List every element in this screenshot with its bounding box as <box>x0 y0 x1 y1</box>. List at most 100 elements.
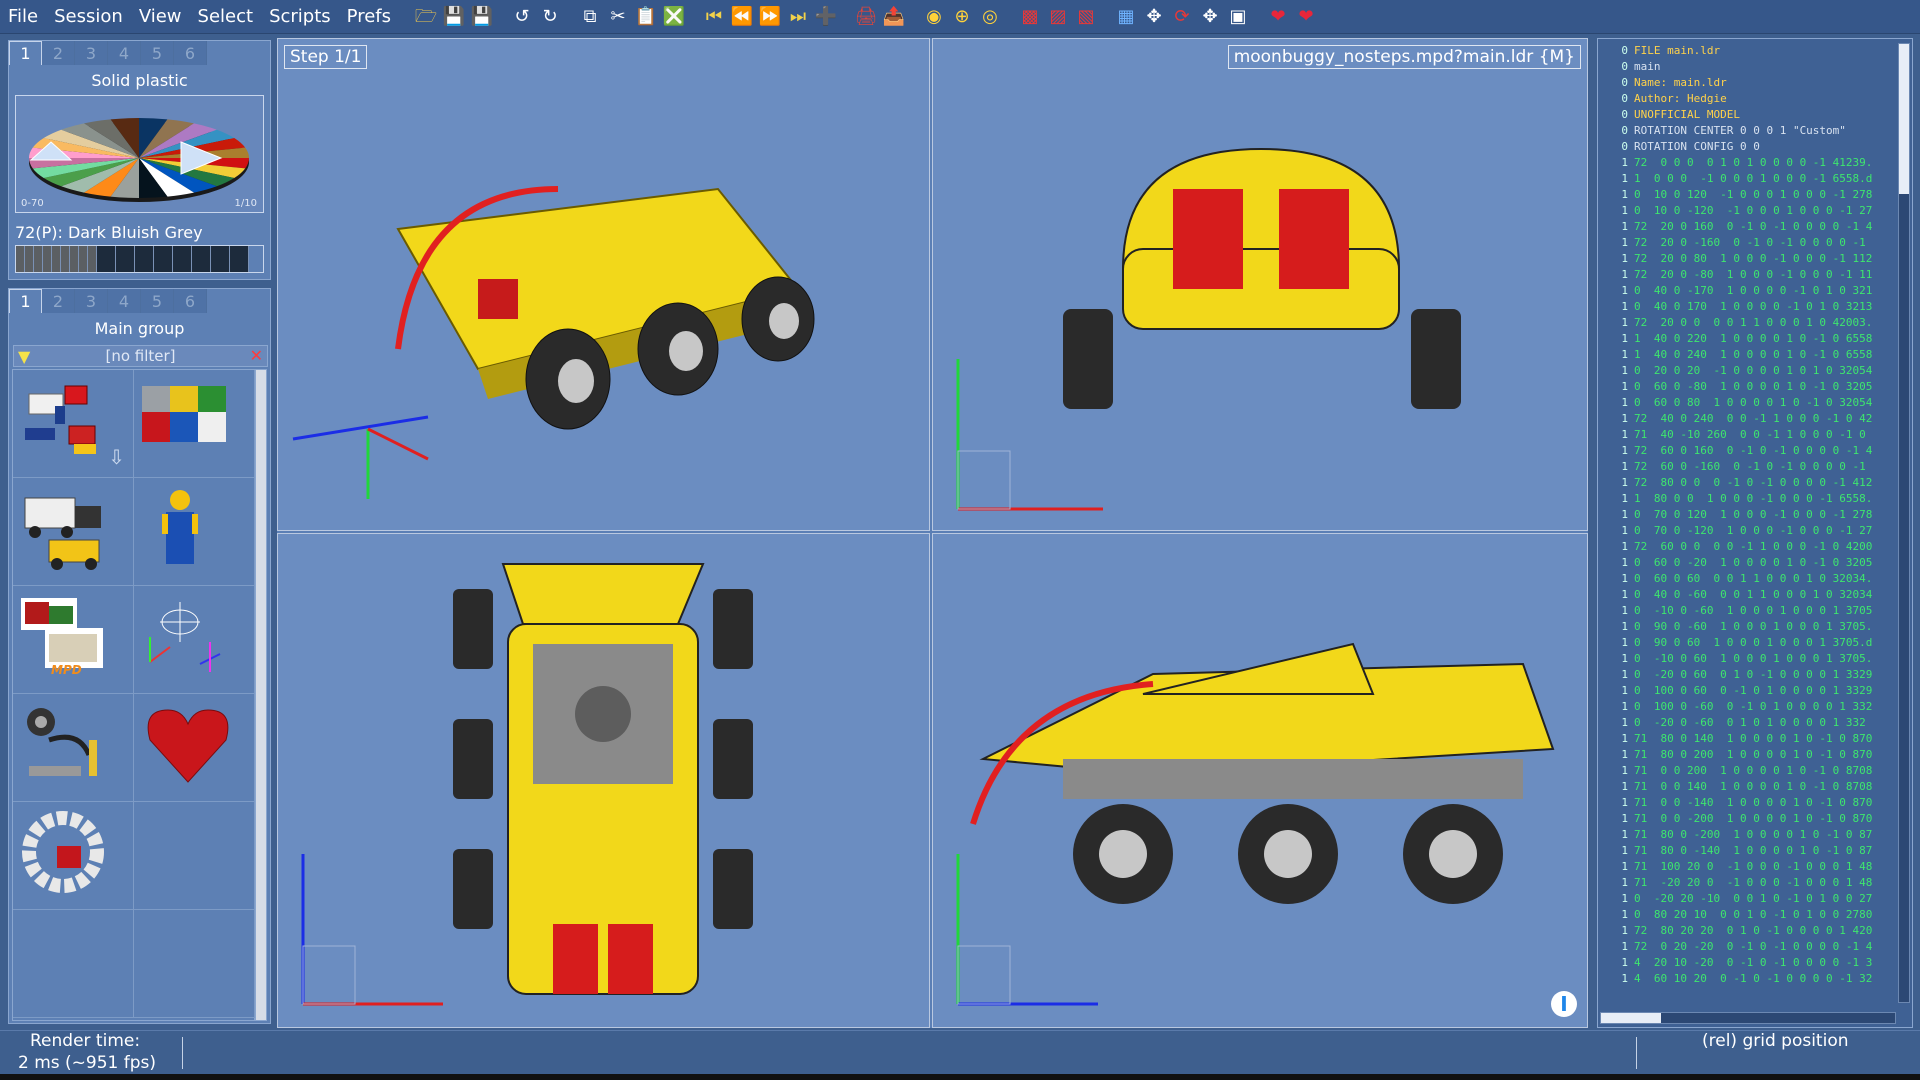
group-technic-parts[interactable] <box>13 694 134 802</box>
ldraw-line[interactable]: 1 0 10 0 -120 -1 0 0 0 1 0 0 0 -1 27 <box>1600 203 1890 219</box>
ldraw-line[interactable]: 1 1 40 0 240 1 0 0 0 0 1 0 -1 0 6558 <box>1600 347 1890 363</box>
ldraw-line[interactable]: 1 0 80 20 10 0 0 1 0 -1 0 1 0 0 2780 <box>1600 907 1890 923</box>
ldraw-line[interactable]: 1 0 -20 20 -10 0 0 1 0 -1 0 1 0 0 27 <box>1600 891 1890 907</box>
ldraw-line[interactable]: 1 0 90 0 60 1 0 0 0 1 0 0 0 1 3705.d <box>1600 635 1890 651</box>
ldraw-line[interactable]: 0 main <box>1600 59 1890 75</box>
group-minifig[interactable] <box>134 478 255 586</box>
group-mpd-models[interactable]: MPD <box>13 586 134 694</box>
ldraw-line[interactable]: 1 71 -20 20 0 -1 0 0 0 -1 0 0 0 1 48 <box>1600 875 1890 891</box>
copy-icon[interactable]: ⧉ <box>577 4 603 30</box>
next-step-icon[interactable]: ⏩ <box>757 4 783 30</box>
color-swatch[interactable] <box>135 246 154 272</box>
editor-vertical-scrollbar[interactable] <box>1898 43 1910 1003</box>
color-swatch[interactable] <box>211 246 230 272</box>
ldraw-line[interactable]: 1 72 20 0 0 0 0 1 1 0 0 0 1 0 42003. <box>1600 315 1890 331</box>
cut-icon[interactable]: ✂ <box>605 4 631 30</box>
color-add-icon[interactable]: ⊕ <box>949 4 975 30</box>
color-target-icon[interactable]: ◎ <box>977 4 1003 30</box>
undo-icon[interactable]: ↺ <box>509 4 535 30</box>
ldraw-line[interactable]: 1 71 0 0 -140 1 0 0 0 0 1 0 -1 0 870 <box>1600 795 1890 811</box>
favorite-add-icon[interactable]: ❤ <box>1293 4 1319 30</box>
color-tab-1[interactable]: 1 <box>9 41 42 65</box>
group-bricks-mix[interactable]: ⇩ <box>13 370 134 478</box>
ldraw-line[interactable]: 1 0 10 0 120 -1 0 0 0 1 0 0 0 -1 278 <box>1600 187 1890 203</box>
parts-tab-3[interactable]: 3 <box>75 289 108 313</box>
editor-horizontal-scrollbar[interactable] <box>1600 1012 1896 1024</box>
save-icon[interactable]: 💾 <box>441 4 467 30</box>
color-swatch[interactable] <box>70 246 79 272</box>
rotate-icon[interactable]: ⟳ <box>1169 4 1195 30</box>
ldraw-line[interactable]: 1 0 60 0 -80 1 0 0 0 0 1 0 -1 0 3205 <box>1600 379 1890 395</box>
ldraw-line[interactable]: 1 0 20 0 20 -1 0 0 0 0 1 0 1 0 32054 <box>1600 363 1890 379</box>
filter-icon[interactable]: ▼ <box>18 347 30 366</box>
snap-grid-icon[interactable]: ▦ <box>1113 4 1139 30</box>
parts-filter[interactable]: ▼ [no filter] ✕ <box>13 345 268 367</box>
delete-icon[interactable]: ❎ <box>661 4 687 30</box>
color-tab-2[interactable]: 2 <box>42 41 75 65</box>
menu-file[interactable]: File <box>0 6 46 27</box>
color-tab-6[interactable]: 6 <box>174 41 207 65</box>
add-step-icon[interactable]: ➕ <box>813 4 839 30</box>
group-orientation-gizmo[interactable] <box>134 586 255 694</box>
viewport-side[interactable]: I <box>932 533 1588 1028</box>
ldraw-line[interactable]: 1 0 100 0 60 0 -1 0 1 0 0 0 0 1 3329 <box>1600 683 1890 699</box>
color-swatch[interactable] <box>61 246 70 272</box>
ldraw-line[interactable]: 1 0 40 0 -170 1 0 0 0 0 -1 0 1 0 321 <box>1600 283 1890 299</box>
ldraw-line[interactable]: 1 72 80 20 20 0 1 0 -1 0 0 0 0 1 420 <box>1600 923 1890 939</box>
redo-icon[interactable]: ↻ <box>537 4 563 30</box>
ldraw-line[interactable]: 1 0 40 0 170 1 0 0 0 0 -1 0 1 0 3213 <box>1600 299 1890 315</box>
parts-scrollbar[interactable] <box>255 369 267 1021</box>
color-swatch[interactable] <box>79 246 88 272</box>
ldraw-line[interactable]: 1 71 0 0 200 1 0 0 0 0 1 0 -1 0 8708 <box>1600 763 1890 779</box>
ldraw-line[interactable]: 0 ROTATION CONFIG 0 0 <box>1600 139 1890 155</box>
ldraw-line[interactable]: 1 71 80 0 -200 1 0 0 0 0 1 0 -1 0 87 <box>1600 827 1890 843</box>
menu-view[interactable]: View <box>131 6 190 27</box>
color-swatch[interactable] <box>16 246 25 272</box>
editor-scroll-thumb[interactable] <box>1899 44 1909 194</box>
group-colored-bricks[interactable] <box>134 370 255 478</box>
menu-select[interactable]: Select <box>190 6 262 27</box>
color-tab-5[interactable]: 5 <box>141 41 174 65</box>
ldraw-line[interactable]: 1 1 0 0 0 -1 0 0 0 1 0 0 0 -1 6558.d <box>1600 171 1890 187</box>
ldraw-line[interactable]: 1 0 70 0 -120 1 0 0 0 -1 0 0 0 -1 27 <box>1600 523 1890 539</box>
ldraw-line[interactable]: 1 0 40 0 -60 0 0 1 1 0 0 0 1 0 32034 <box>1600 587 1890 603</box>
ldraw-line[interactable]: 1 72 40 0 240 0 0 -1 1 0 0 0 -1 0 42 <box>1600 411 1890 427</box>
color-swatch[interactable] <box>192 246 211 272</box>
viewport-top[interactable] <box>277 533 930 1028</box>
save-as-icon[interactable]: 💾 <box>469 4 495 30</box>
ldraw-line[interactable]: 1 71 80 0 -140 1 0 0 0 0 1 0 -1 0 87 <box>1600 843 1890 859</box>
parts-tab-5[interactable]: 5 <box>141 289 174 313</box>
prev-step-icon[interactable]: ⏪ <box>729 4 755 30</box>
ldraw-line[interactable]: 1 72 20 0 -160 0 -1 0 -1 0 0 0 0 -1 <box>1600 235 1890 251</box>
ldraw-line[interactable]: 1 1 80 0 0 1 0 0 0 -1 0 0 0 -1 6558. <box>1600 491 1890 507</box>
show-icon[interactable]: ▨ <box>1045 4 1071 30</box>
paste-icon[interactable]: 📋 <box>633 4 659 30</box>
ldraw-line[interactable]: 1 72 80 0 0 0 -1 0 -1 0 0 0 0 -1 412 <box>1600 475 1890 491</box>
menu-scripts[interactable]: Scripts <box>261 6 339 27</box>
ldraw-line[interactable]: 1 72 20 0 80 1 0 0 0 -1 0 0 0 -1 112 <box>1600 251 1890 267</box>
color-tab-3[interactable]: 3 <box>75 41 108 65</box>
pan-icon[interactable]: ✥ <box>1197 4 1223 30</box>
ldraw-line[interactable]: 1 72 0 20 -20 0 -1 0 -1 0 0 0 0 -1 4 <box>1600 939 1890 955</box>
ldraw-line[interactable]: 1 72 20 0 160 0 -1 0 -1 0 0 0 0 -1 4 <box>1600 219 1890 235</box>
ldraw-line[interactable]: 1 4 20 10 -20 0 -1 0 -1 0 0 0 0 -1 3 <box>1600 955 1890 971</box>
ldraw-line[interactable]: 1 0 60 0 80 1 0 0 0 0 1 0 -1 0 32054 <box>1600 395 1890 411</box>
color-circle-icon[interactable]: ◉ <box>921 4 947 30</box>
color-wheel[interactable] <box>21 100 258 210</box>
group-minifig-vehicles[interactable] <box>13 478 134 586</box>
ldraw-line[interactable]: 1 71 0 0 -200 1 0 0 0 0 1 0 -1 0 870 <box>1600 811 1890 827</box>
ldraw-line[interactable]: 1 1 40 0 220 1 0 0 0 0 1 0 -1 0 6558 <box>1600 331 1890 347</box>
ldraw-line[interactable]: 1 71 80 0 200 1 0 0 0 0 1 0 -1 0 870 <box>1600 747 1890 763</box>
first-step-icon[interactable]: ⏮ <box>701 4 727 30</box>
color-swatch[interactable] <box>97 246 116 272</box>
ldraw-line[interactable]: 1 72 0 0 0 0 1 0 1 0 0 0 0 -1 41239. <box>1600 155 1890 171</box>
parts-tab-6[interactable]: 6 <box>174 289 207 313</box>
parts-tab-4[interactable]: 4 <box>108 289 141 313</box>
recent-color-swatches[interactable] <box>15 245 264 273</box>
parts-tab-1[interactable]: 1 <box>9 289 42 313</box>
hide-icon[interactable]: ▩ <box>1017 4 1043 30</box>
ldraw-line[interactable]: 1 72 60 0 -160 0 -1 0 -1 0 0 0 0 -1 <box>1600 459 1890 475</box>
color-swatch[interactable] <box>52 246 61 272</box>
invert-icon[interactable]: ▧ <box>1073 4 1099 30</box>
ldraw-line[interactable]: 1 0 -10 0 -60 1 0 0 0 1 0 0 0 1 3705 <box>1600 603 1890 619</box>
